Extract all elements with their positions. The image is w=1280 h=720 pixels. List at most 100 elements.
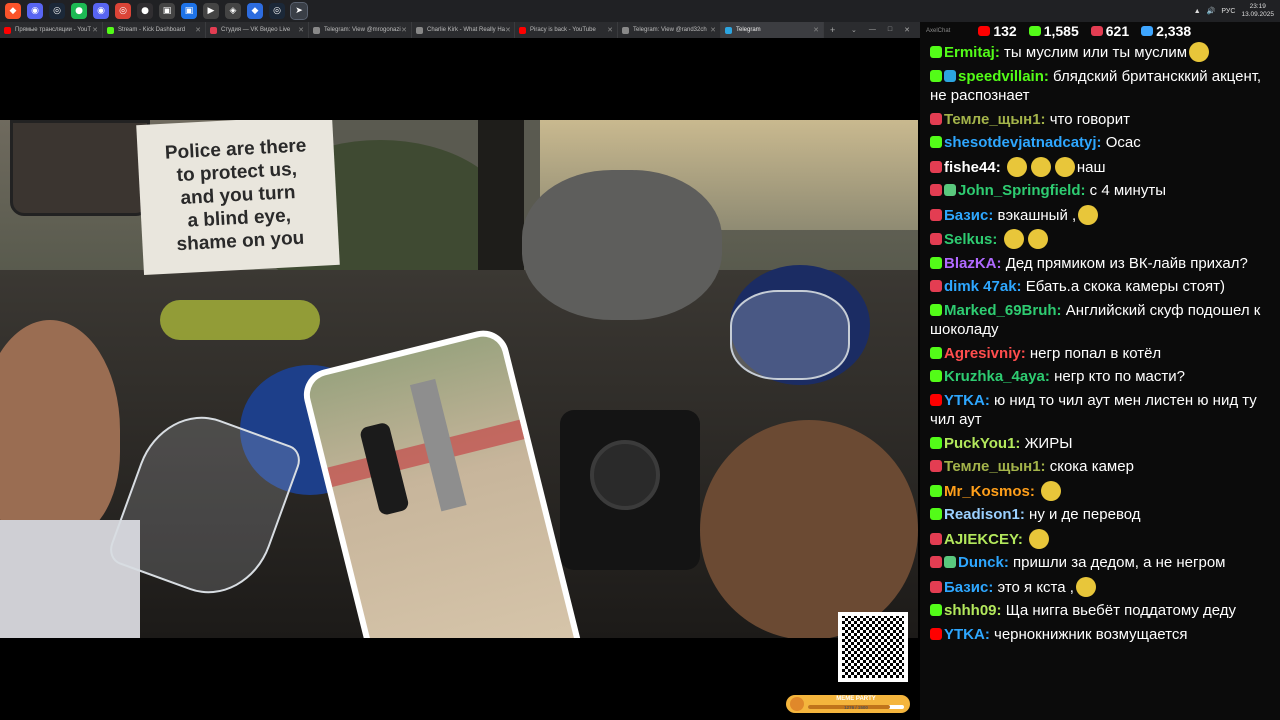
vk-badge-icon [930,160,942,173]
spotify-icon[interactable]: ● [71,3,87,19]
stat-value: 2,338 [1156,23,1192,39]
chat-nick[interactable]: Kruzhka_4aya: [944,368,1050,385]
chat-nick[interactable]: dimk 47ak: [944,278,1022,295]
tab-favicon [519,26,526,34]
browser-tab[interactable]: Charlie Kirk - What Really Ha ✕ [412,22,515,38]
browser-tab[interactable]: Студия — VK Видео Live ✕ [206,22,309,38]
tab-favicon [107,26,114,34]
emote-icon [1027,229,1048,249]
browser-tab[interactable]: Piracy is back - YouTube ✕ [515,22,618,38]
chat-nick[interactable]: AJIEKCEY: [944,531,1023,548]
system-tray: ▲ 🔊 РУС 23:19 13.09.2025 [1194,0,1274,22]
vk-icon [1090,26,1103,36]
chat-nick[interactable]: Readison1: [944,506,1025,523]
close-button[interactable]: ✕ [904,26,910,34]
kick-badge-icon [930,370,942,382]
chat-nick[interactable]: Ermitaj: [944,44,1000,61]
discord-icon[interactable]: ◉ [27,3,43,19]
chat-nick[interactable]: Темле_щын1: [944,111,1046,128]
emote-icon [1041,480,1062,501]
tab-title: Telegram [736,27,761,33]
chat-text: что говорит [1049,110,1130,128]
discord-icon-2[interactable]: ◉ [93,3,109,19]
chat-nick[interactable]: YTKA: [944,392,990,409]
chat-nick[interactable]: Базис: [944,207,993,224]
app-icon[interactable]: ▣ [159,3,175,19]
tab-close-icon[interactable]: ✕ [607,26,613,34]
chat-text: ЖИРЫ [1024,434,1073,452]
tab-close-icon[interactable]: ✕ [710,26,716,34]
chat-nick[interactable]: BlazKA: [944,255,1002,272]
chat-nick[interactable]: fishe44: [944,159,1001,176]
kick-badge-icon [930,508,942,520]
chat-nick[interactable]: Темле_щын1: [944,458,1046,475]
browser-tab[interactable]: Telegram: View @rand32ch ✕ [618,22,721,38]
chevron-up-icon[interactable]: ▲ [1194,8,1201,15]
chat-nick[interactable]: Базис: [944,579,993,596]
kick-badge-icon [930,303,942,316]
chat-nick[interactable]: speedvillain: [958,68,1049,85]
tab-close-icon[interactable]: ✕ [813,26,819,34]
chat-text: ну и де перевод [1029,506,1141,523]
tab-close-icon[interactable]: ✕ [92,26,98,34]
chat-nick[interactable]: Dunck: [958,554,1009,571]
kick-badge-icon [930,346,942,359]
chat-nick[interactable]: shhh09: [944,602,1002,619]
chat-message: Selkus: [920,227,1280,252]
kick-badge-icon [930,256,942,269]
chat-nick[interactable]: John_Springfield: [958,182,1086,199]
minimize-button[interactable]: — [869,26,876,34]
chat-nick[interactable]: Agresivniy: [944,345,1026,362]
chrome-icon[interactable]: ◎ [115,3,131,19]
clock[interactable]: 23:19 13.09.2025 [1241,3,1274,19]
chat-nick[interactable]: PuckYou1: [944,435,1020,452]
browser-tab[interactable]: Telegram: View @mrogonazi ✕ [309,22,412,38]
app-icon-3[interactable]: ▶ [203,3,219,19]
chevron-down-icon[interactable]: ⌄ [851,26,857,34]
chat-nick[interactable]: Mr_Kosmos: [944,483,1035,500]
mod-badge-icon [944,556,956,568]
video-police-visor [730,290,850,380]
vk-badge-icon [930,280,942,292]
chat-text: негр попал в котёл [1029,344,1162,362]
chat-message: fishe44: наш [920,155,1280,180]
meme-party-bar: MEME PARTY 1276 / 1500 [786,695,910,713]
browser-tab[interactable]: Stream - Kick Dashboard ✕ [103,22,206,38]
tab-favicon [4,26,11,34]
stream-video[interactable]: Police are there to protect us, and you tu… [0,120,918,638]
tab-close-icon[interactable]: ✕ [195,26,201,34]
volume-icon[interactable]: 🔊 [1207,7,1216,15]
lang-indicator[interactable]: РУС [1221,8,1235,15]
telegram-icon[interactable]: ➤ [290,2,308,20]
app-icon-4[interactable]: ◈ [225,3,241,19]
chat-text: ты муслим или ты муслим [1004,44,1188,61]
browser-tab[interactable]: Telegram ✕ [721,22,824,38]
stat-value: 621 [1105,23,1130,39]
chat-nick[interactable]: YTKA: [944,626,990,643]
steam-icon-2[interactable]: ◎ [269,3,285,19]
emote-icon [1189,42,1210,62]
chat-message: Темле_щын1: скока камер [920,455,1280,479]
browser-tab[interactable]: Прямые трансляции - YouT ✕ [0,22,103,38]
chat-nick[interactable]: Selkus: [944,231,997,248]
chat-text: наш [1076,158,1106,176]
app-icon-2[interactable]: ▣ [181,3,197,19]
tab-title: Piracy is back - YouTube [530,27,596,33]
vk-badge-icon [930,112,942,125]
video-police-line [160,300,320,340]
browser-brave-icon[interactable]: ◆ [5,3,21,19]
chat-message: John_Springfield: с 4 минуты [920,179,1280,203]
chat-nick[interactable]: shesotdevjatnadcatyj: [944,134,1102,151]
tab-close-icon[interactable]: ✕ [505,26,511,34]
steam-icon[interactable]: ◎ [49,3,65,19]
clock-time: 23:19 [1249,3,1266,10]
chat-nick[interactable]: Marked_69Bruh: [944,302,1062,319]
obs-icon[interactable]: ● [137,3,153,19]
new-tab-button[interactable]: + [830,25,835,35]
tab-close-icon[interactable]: ✕ [298,26,304,34]
yt-badge-icon [930,393,942,406]
maximize-button[interactable]: □ [888,26,892,34]
tab-close-icon[interactable]: ✕ [401,26,407,34]
app-icon-5[interactable]: ◆ [247,3,263,19]
chat-message: AJIEKCEY: [920,527,1280,552]
